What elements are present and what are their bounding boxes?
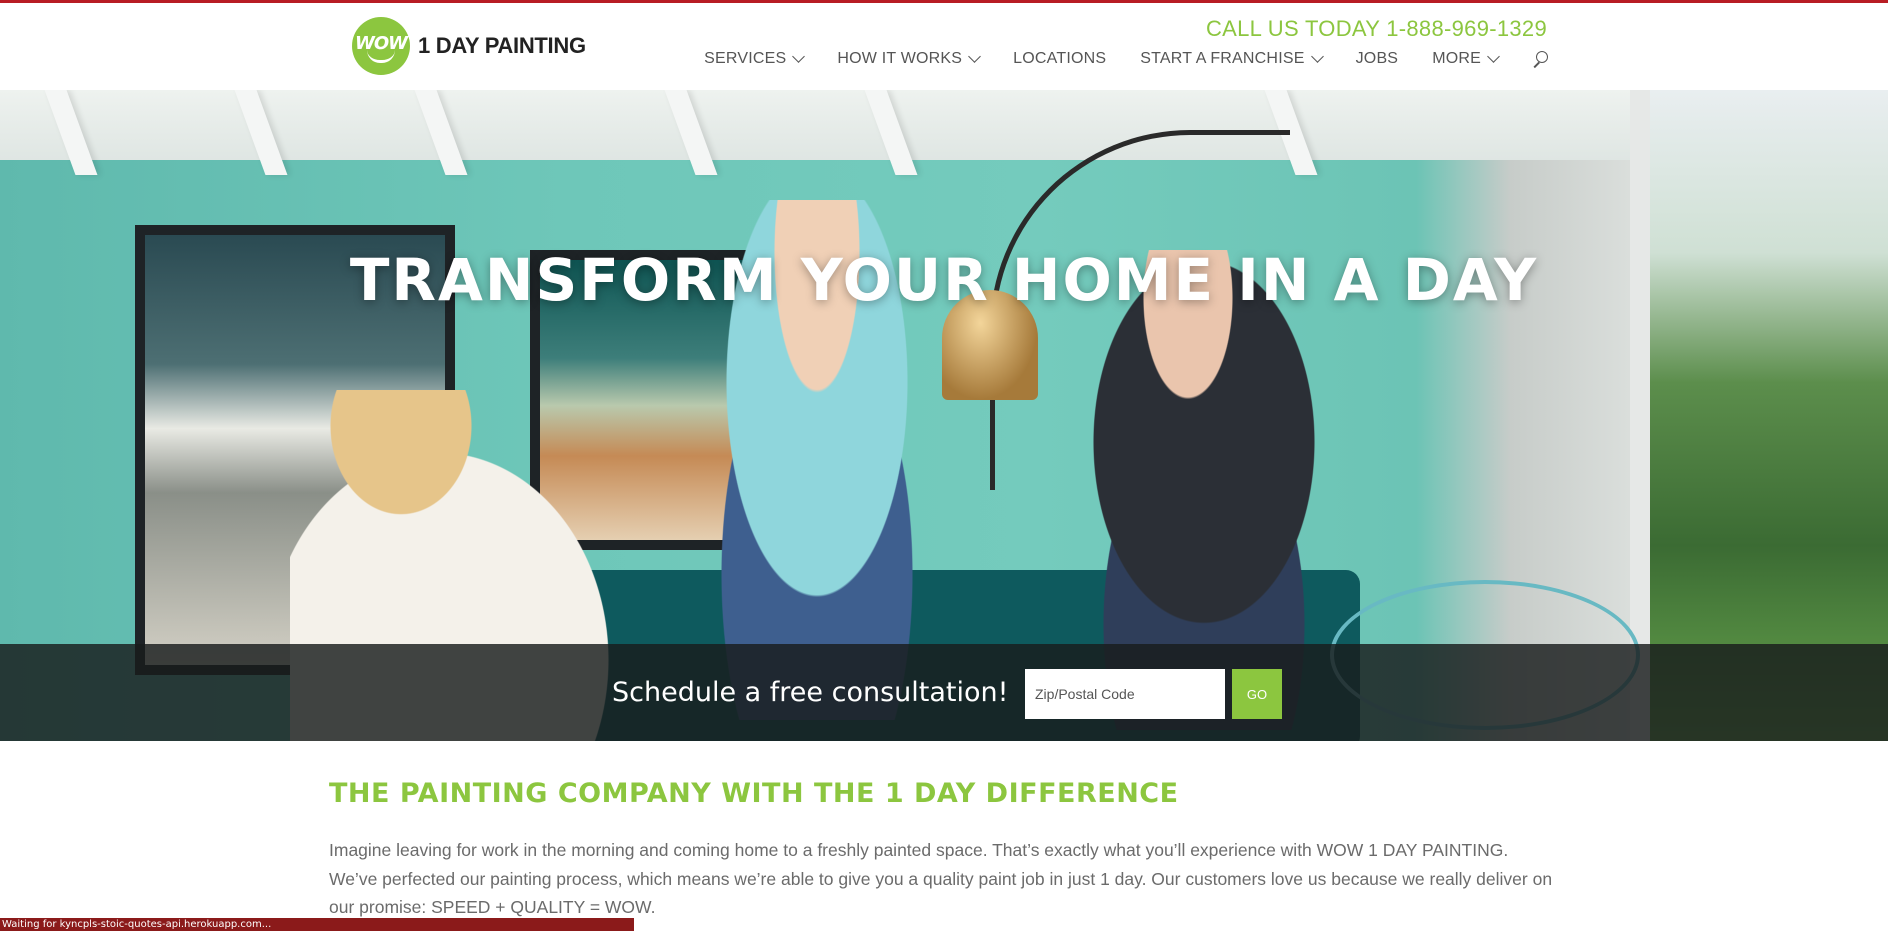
nav-label: MORE bbox=[1432, 50, 1481, 67]
section-body: Imagine leaving for work in the morning … bbox=[329, 840, 1553, 917]
nav-label: HOW IT WORKS bbox=[837, 50, 963, 67]
main-nav: SERVICES HOW IT WORKS LOCATIONS START A … bbox=[670, 50, 1548, 68]
nav-label: START A FRANCHISE bbox=[1140, 50, 1305, 67]
browser-status-bar: Waiting for kyncpls-stoic-quotes-api.her… bbox=[0, 918, 634, 931]
nav-label: JOBS bbox=[1355, 50, 1399, 67]
nav-item-how-it-works[interactable]: HOW IT WORKS bbox=[837, 50, 982, 68]
chevron-down-icon bbox=[968, 50, 982, 63]
wow-logo-icon: WOW bbox=[352, 17, 410, 75]
hero-title: TRANSFORM YOUR HOME IN A DAY bbox=[349, 246, 1539, 314]
nav-label: SERVICES bbox=[704, 50, 787, 67]
logo-text: 1 DAY PAINTING bbox=[418, 33, 586, 58]
nav-item-locations[interactable]: LOCATIONS bbox=[1013, 50, 1106, 68]
section-title: THE PAINTING COMPANY WITH THE 1 DAY DIFF… bbox=[329, 778, 1179, 809]
site-header: WOW 1 DAY PAINTING CALL US TODAY 1-888-9… bbox=[0, 3, 1888, 90]
hero-banner bbox=[0, 90, 1888, 741]
consultation-text: Schedule a free consultation! bbox=[612, 677, 1009, 708]
zip-input[interactable] bbox=[1025, 669, 1225, 719]
search-icon[interactable] bbox=[1532, 51, 1548, 67]
call-us-link[interactable]: CALL US TODAY 1-888-969-1329 bbox=[1206, 16, 1547, 42]
chevron-down-icon bbox=[1487, 50, 1500, 63]
go-button[interactable]: GO bbox=[1232, 669, 1282, 719]
nav-item-services[interactable]: SERVICES bbox=[704, 50, 806, 68]
nav-item-jobs[interactable]: JOBS bbox=[1356, 50, 1399, 68]
nav-label: LOCATIONS bbox=[1013, 50, 1107, 67]
nav-item-more[interactable]: MORE bbox=[1432, 50, 1500, 68]
chevron-down-icon bbox=[792, 50, 806, 63]
chevron-down-icon bbox=[1310, 50, 1324, 63]
logo-badge-text: WOW bbox=[354, 32, 408, 54]
logo[interactable]: WOW 1 DAY PAINTING bbox=[352, 17, 586, 75]
nav-item-start-a-franchise[interactable]: START A FRANCHISE bbox=[1140, 50, 1324, 68]
